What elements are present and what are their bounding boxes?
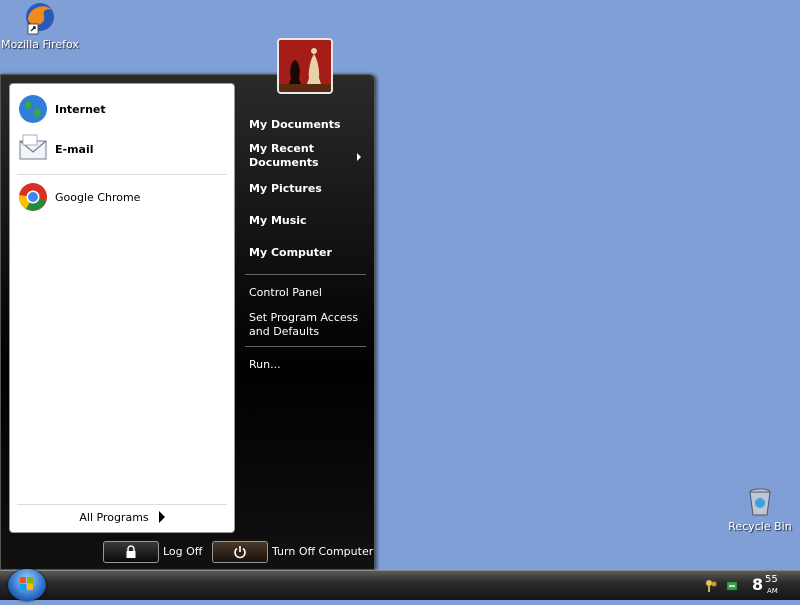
system-tray: 8 55 AM <box>700 571 800 600</box>
log-off-label[interactable]: Log Off <box>163 545 202 558</box>
desktop-icon-recycle-bin[interactable]: Recycle Bin <box>720 486 800 533</box>
chevron-right-icon <box>158 511 165 523</box>
turn-off-button[interactable] <box>212 541 268 563</box>
globe-icon <box>19 95 47 123</box>
clock-minute[interactable]: 55 <box>765 574 778 585</box>
lock-icon <box>126 545 136 558</box>
divider <box>17 504 227 505</box>
clock-ampm[interactable]: AM <box>767 587 778 595</box>
divider <box>245 346 366 347</box>
firefox-icon <box>26 3 54 35</box>
chrome-icon <box>18 183 47 211</box>
start-item-run[interactable]: Run... <box>249 358 281 372</box>
network-keys-icon[interactable] <box>704 578 720 594</box>
chess-pieces-icon <box>279 40 331 92</box>
start-item-label: Internet <box>55 102 106 116</box>
safely-remove-hardware-icon[interactable] <box>724 578 740 594</box>
desktop-icon-label: Mozilla Firefox <box>1 38 79 51</box>
start-item-my-pictures[interactable]: My Pictures <box>249 182 322 196</box>
log-off-button[interactable] <box>103 541 159 563</box>
start-menu-programs-pane: Internet E-mail Google Chrome All Progra… <box>9 83 235 533</box>
start-item-email[interactable]: E-mail <box>17 132 94 166</box>
start-item-my-computer[interactable]: My Computer <box>249 246 332 260</box>
all-programs-label: All Programs <box>79 510 149 524</box>
start-item-internet[interactable]: Internet <box>17 92 106 126</box>
start-item-control-panel[interactable]: Control Panel <box>249 286 322 300</box>
user-picture-avatar[interactable] <box>277 38 333 94</box>
envelope-icon <box>19 134 47 160</box>
turn-off-label[interactable]: Turn Off Computer <box>272 545 373 558</box>
clock-hour[interactable]: 8 <box>752 575 763 594</box>
power-icon <box>234 546 246 559</box>
recycle-bin-icon <box>749 488 771 516</box>
chevron-right-icon <box>357 153 361 161</box>
start-item-google-chrome[interactable]: Google Chrome <box>17 180 140 214</box>
taskbar: 8 55 AM <box>0 569 800 601</box>
start-item-my-recent-documents[interactable]: My Recent Documents <box>249 142 319 170</box>
start-item-label: Google Chrome <box>55 190 141 204</box>
windows-logo-icon <box>20 577 33 590</box>
start-menu: Internet E-mail Google Chrome All Progra… <box>0 74 375 570</box>
start-item-label: E-mail <box>55 142 94 156</box>
desktop-icon-firefox[interactable]: Mozilla Firefox <box>0 0 80 51</box>
all-programs-button[interactable]: All Programs <box>10 506 234 528</box>
start-item-my-music[interactable]: My Music <box>249 214 307 228</box>
desktop-icon-label: Recycle Bin <box>728 520 792 533</box>
divider <box>245 274 366 275</box>
divider <box>17 174 227 175</box>
start-button[interactable] <box>8 569 46 601</box>
start-item-my-documents[interactable]: My Documents <box>249 118 341 132</box>
start-item-set-program-access[interactable]: Set Program Access and Defaults <box>249 311 358 339</box>
